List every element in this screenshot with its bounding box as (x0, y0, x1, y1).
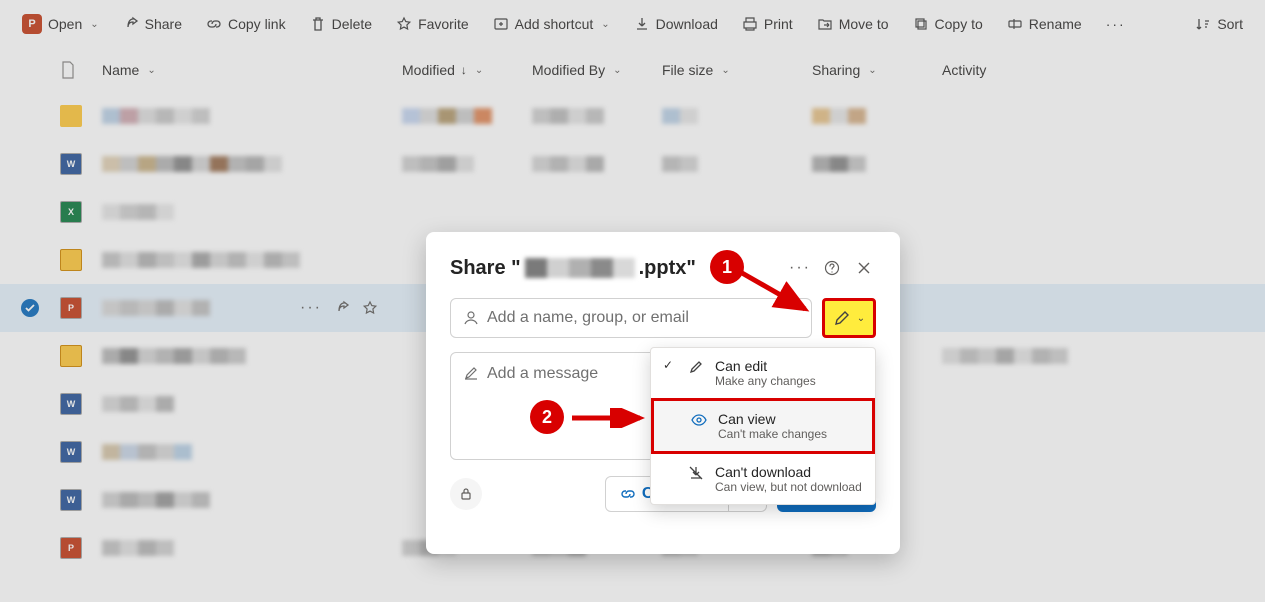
perm-nodl-title: Can't download (715, 464, 862, 480)
close-icon[interactable] (852, 256, 876, 280)
edit-pencil-icon (833, 309, 851, 327)
message-placeholder: Add a message (487, 365, 598, 383)
no-download-icon (687, 464, 705, 481)
recipient-row: Add a name, group, or email ⌄ (450, 298, 876, 338)
perm-edit-title: Can edit (715, 358, 816, 374)
perm-option-cant-download[interactable]: Can't download Can view, but not downloa… (651, 454, 875, 504)
eye-icon (690, 411, 708, 428)
help-icon[interactable] (820, 256, 844, 280)
annotation-callout-1: 1 (710, 250, 744, 284)
annotation-1-label: 1 (722, 257, 732, 278)
redacted-filename (525, 258, 635, 278)
compose-icon (463, 365, 479, 381)
link-settings-lock-icon[interactable] (450, 478, 482, 510)
perm-nodl-sub: Can view, but not download (715, 480, 862, 494)
dialog-title-prefix: Share " (450, 257, 521, 280)
perm-view-title: Can view (718, 411, 827, 427)
person-icon (463, 310, 479, 326)
permission-dropdown-button[interactable]: ⌄ (822, 298, 876, 338)
dialog-more-icon[interactable]: ··· (788, 256, 812, 280)
edit-pencil-icon (687, 358, 705, 375)
recipient-placeholder: Add a name, group, or email (487, 309, 689, 327)
perm-option-can-edit[interactable]: ✓ Can edit Make any changes (651, 348, 875, 398)
chevron-down-icon: ⌄ (857, 313, 865, 324)
dialog-header: Share " .pptx" ··· (450, 256, 876, 280)
annotation-callout-2: 2 (530, 400, 564, 434)
dialog-title-suffix: .pptx" (639, 257, 696, 280)
perm-edit-sub: Make any changes (715, 374, 816, 388)
recipient-input[interactable]: Add a name, group, or email (450, 298, 812, 338)
perm-view-sub: Can't make changes (718, 427, 827, 441)
annotation-2-label: 2 (542, 407, 552, 428)
checkmark-icon: ✓ (663, 358, 677, 372)
link-icon (620, 486, 636, 502)
permission-menu: ✓ Can edit Make any changes Can view Can… (650, 347, 876, 505)
perm-option-can-view[interactable]: Can view Can't make changes (651, 398, 875, 454)
